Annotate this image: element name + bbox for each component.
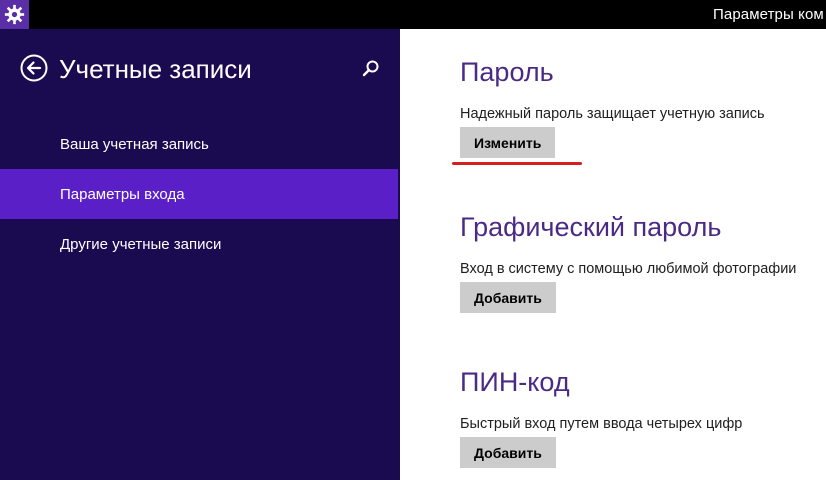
section-description: Вход в систему с помощью любимой фотогра…	[460, 261, 797, 277]
back-button[interactable]	[20, 54, 48, 82]
annotation-underline	[452, 162, 582, 165]
nav-item-your-account[interactable]: Ваша учетная запись	[0, 119, 398, 169]
search-button[interactable]	[361, 59, 381, 79]
back-arrow-icon	[20, 54, 48, 82]
pane-title: Учетные записи	[59, 54, 252, 84]
settings-button[interactable]	[0, 0, 29, 29]
add-pin-button[interactable]: Добавить	[460, 437, 556, 468]
left-pane: Учетные записи Ваша учетная запись Парам…	[0, 29, 400, 480]
nav-item-other-accounts[interactable]: Другие учетные записи	[0, 219, 398, 269]
nav-list: Ваша учетная запись Параметры входа Друг…	[0, 119, 400, 269]
nav-item-label: Другие учетные записи	[60, 236, 222, 253]
nav-item-sign-in-options[interactable]: Параметры входа	[0, 169, 398, 219]
add-picture-password-button[interactable]: Добавить	[460, 282, 556, 313]
section-description: Надежный пароль защищает учетную запись	[460, 106, 765, 122]
section-description: Быстрый вход путем ввода четырех цифр	[460, 416, 743, 432]
section-title: Пароль	[460, 57, 554, 87]
title-bar: Параметры ком	[0, 0, 826, 29]
change-password-button[interactable]: Изменить	[460, 127, 556, 158]
nav-item-label: Параметры входа	[60, 186, 185, 203]
nav-item-label: Ваша учетная запись	[60, 136, 209, 153]
app-title: Параметры ком	[713, 6, 824, 23]
search-icon	[362, 60, 379, 77]
section-title: Графический пароль	[460, 212, 722, 242]
gear-icon	[4, 4, 25, 25]
section-title: ПИН-код	[460, 367, 570, 397]
